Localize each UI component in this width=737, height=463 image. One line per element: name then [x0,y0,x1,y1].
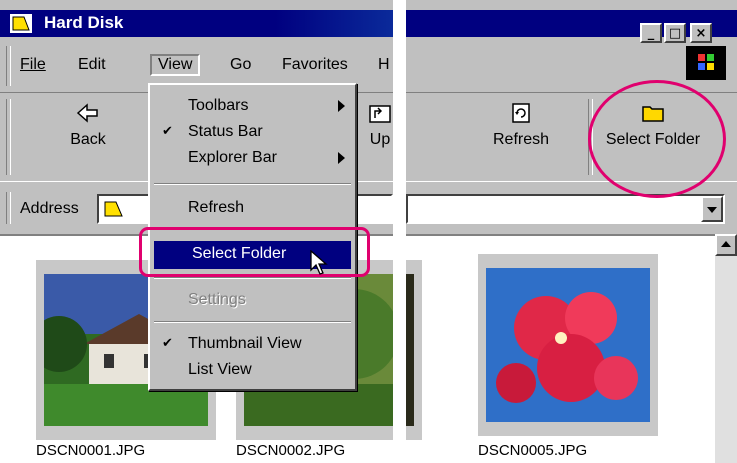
menu-view[interactable]: View [150,54,201,76]
address-grip [6,192,11,224]
menu-go[interactable]: Go [230,56,251,74]
thumbnail-5[interactable] [478,254,658,436]
checkmark-icon: ✔ [162,124,173,139]
refresh-icon [512,103,530,123]
menu-item-explorer-bar[interactable]: Explorer Bar [150,145,355,171]
address-label: Address [20,200,79,217]
back-label: Back [70,131,106,148]
mouse-cursor-icon [310,250,328,275]
file-view: DSCN0005.JPG [406,234,737,463]
thumbnail-partial[interactable] [406,260,422,440]
close-button[interactable]: × [690,23,712,43]
vertical-scrollbar[interactable] [715,234,737,463]
menu-item-toolbars[interactable]: Toolbars [150,93,355,119]
folder-icon [10,14,32,33]
file-name-1: DSCN0001.JPG [36,442,146,459]
window-title: Hard Disk [44,13,124,32]
menu-item-list-view[interactable]: List View [150,357,355,383]
menu-separator [154,183,351,185]
menu-item-thumbnail-view[interactable]: ✔ Thumbnail View [150,331,355,357]
minimize-button[interactable]: _ [640,23,662,43]
back-button[interactable]: Back [60,93,116,181]
back-arrow-icon [76,103,98,123]
up-button[interactable]: Up [360,93,393,181]
menu-favorites[interactable]: Favorites [282,56,348,74]
checkmark-icon: ✔ [162,336,173,351]
submenu-arrow-icon [338,100,345,112]
menu-item-refresh[interactable]: Refresh [150,195,355,221]
menu-bar [406,42,737,84]
up-label: Up [369,131,391,148]
chevron-down-icon [707,207,717,213]
highlight-circle [588,80,726,198]
up-folder-icon [369,105,391,123]
address-input[interactable] [406,194,725,224]
folder-icon [104,201,123,217]
menu-help[interactable]: H [378,56,390,74]
toolbar-grip [6,99,11,175]
title-bar: Hard Disk [0,10,393,37]
refresh-button[interactable]: Refresh [476,93,566,181]
maximize-button[interactable]: □ [664,23,686,43]
left-window-crop: Hard Disk File Edit View Go Favorites H … [0,0,393,463]
menu-separator [154,321,351,323]
menu-edit[interactable]: Edit [78,56,106,74]
windows-logo-icon [686,46,726,80]
right-window-crop: _ □ × Refresh Select Folder DSCN0005.JPG [406,0,737,463]
submenu-arrow-icon [338,152,345,164]
file-name-5: DSCN0005.JPG [478,442,588,459]
menu-item-settings[interactable]: Settings [150,287,355,313]
address-dropdown-button[interactable] [701,196,723,222]
flower-photo [486,268,650,422]
address-bar [406,188,737,228]
menu-separator [154,277,351,279]
menu-item-status-bar[interactable]: ✔ Status Bar [150,119,355,145]
title-bar: _ □ × [406,10,737,43]
highlight-box [139,227,370,277]
chevron-up-icon [721,241,731,247]
refresh-label: Refresh [492,131,550,148]
menu-bar: File Edit View Go Favorites H [0,42,393,86]
file-name-2: DSCN0002.JPG [236,442,346,459]
menu-file[interactable]: File [20,56,46,74]
scroll-up-button[interactable] [715,234,737,256]
menu-grip [6,46,11,86]
